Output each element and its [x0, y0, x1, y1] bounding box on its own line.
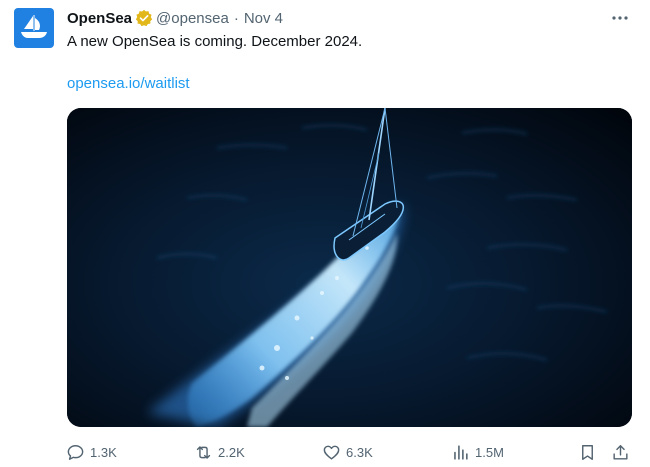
verified-badge-icon[interactable]: [135, 9, 153, 27]
analytics-icon: [454, 444, 468, 460]
tweet-actions: 1.3K 2.2K 6.3K 1.5M: [66, 440, 636, 464]
repost-count: 2.2K: [218, 444, 245, 460]
tweet-media-video[interactable]: [67, 108, 632, 427]
like-count: 6.3K: [346, 444, 373, 460]
separator-dot: ·: [233, 9, 239, 27]
views-count: 1.5M: [475, 444, 504, 460]
reply-button[interactable]: 1.3K: [66, 440, 117, 464]
tweet-date[interactable]: Nov 4: [244, 10, 283, 27]
repost-icon: [196, 445, 211, 459]
more-options-button[interactable]: [610, 8, 630, 28]
bookmark-button[interactable]: [578, 440, 597, 464]
reply-icon: [67, 444, 84, 460]
share-icon: [613, 444, 628, 460]
bookmark-icon: [582, 444, 593, 460]
tweet-text: A new OpenSea is coming. December 2024.: [67, 33, 363, 50]
author-handle[interactable]: @opensea: [156, 10, 229, 27]
tweet-header: OpenSea @opensea · Nov 4: [67, 8, 283, 28]
opensea-logo-icon: [21, 15, 47, 38]
heart-icon: [323, 445, 340, 460]
reply-count: 1.3K: [90, 444, 117, 460]
like-button[interactable]: 6.3K: [322, 440, 373, 464]
more-horizontal-icon: [612, 16, 628, 20]
sailboat-wake-image: [67, 108, 632, 427]
views-button[interactable]: 1.5M: [451, 440, 504, 464]
repost-button[interactable]: 2.2K: [194, 440, 245, 464]
share-button[interactable]: [611, 440, 630, 464]
tweet-link[interactable]: opensea.io/waitlist: [67, 75, 190, 92]
author-name[interactable]: OpenSea: [67, 10, 132, 27]
avatar[interactable]: [14, 8, 54, 48]
